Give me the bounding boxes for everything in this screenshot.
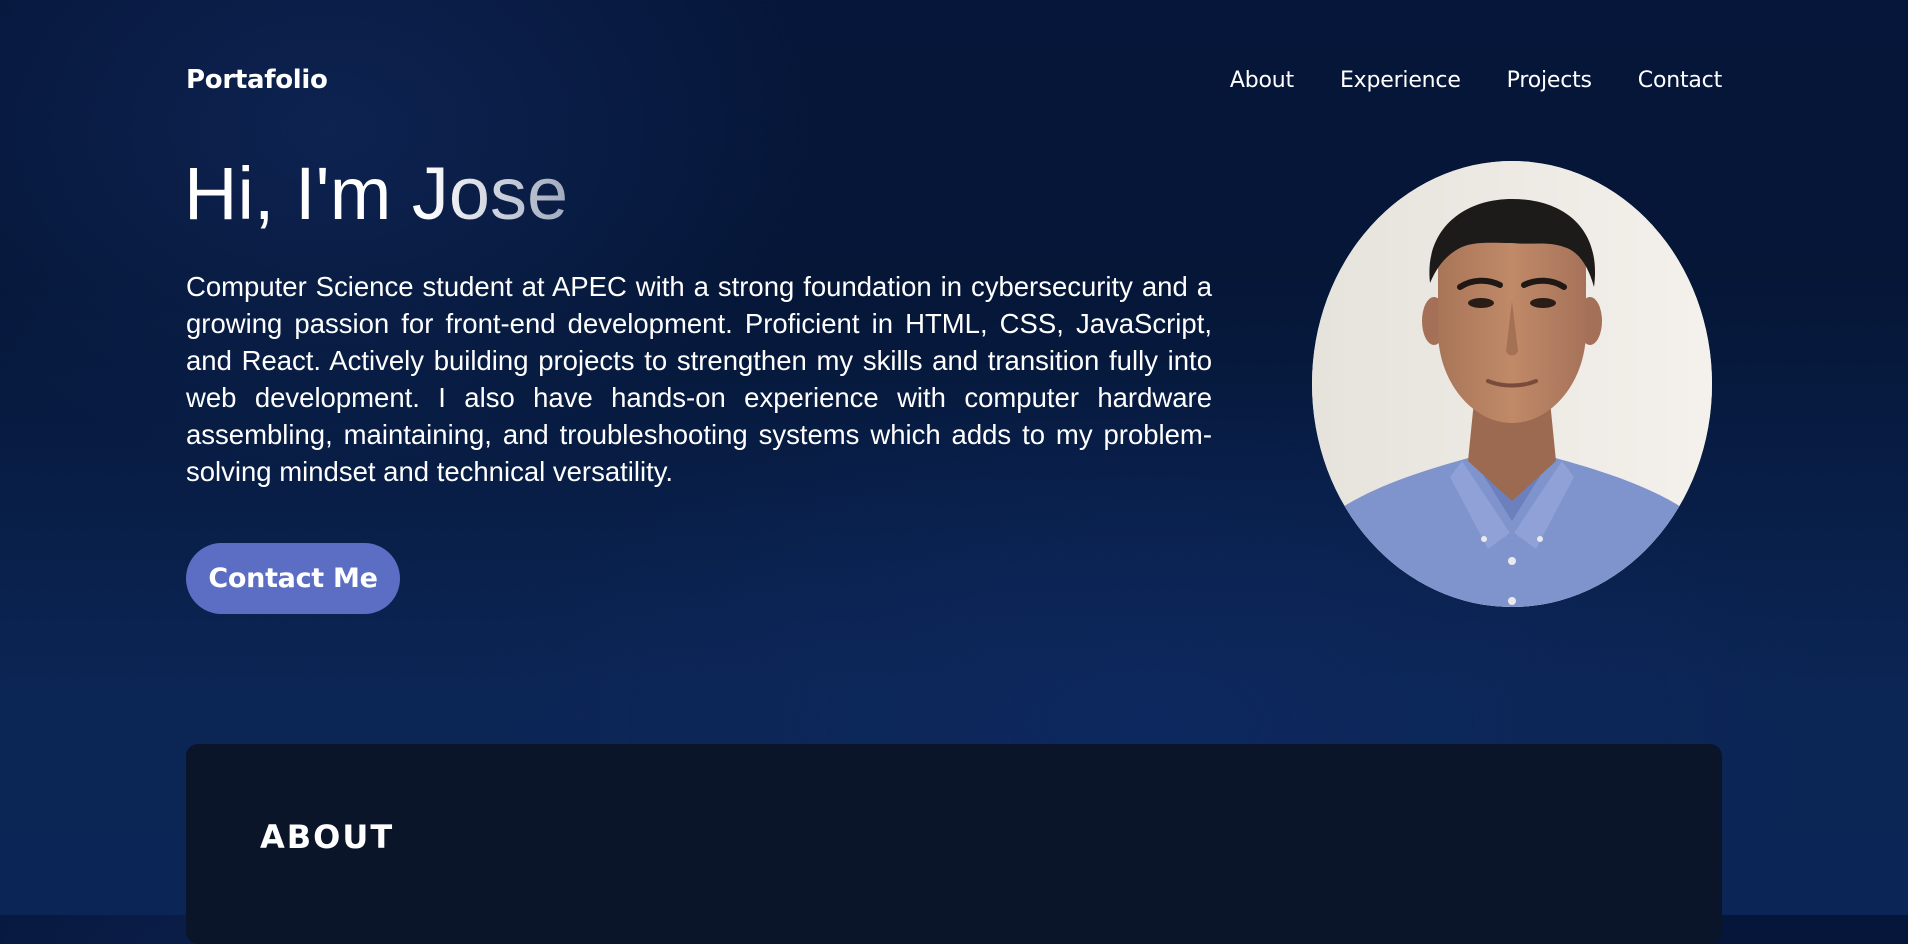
hero-description: Computer Science student at APEC with a … [186,271,1212,487]
about-heading: ABOUT [260,818,395,856]
nav-links: About Experience Projects Contact [1230,68,1722,93]
contact-me-button[interactable]: Contact Me [186,543,400,614]
profile-photo [1312,161,1712,607]
brand-logo[interactable]: Portafolio [186,65,328,95]
nav-link-about[interactable]: About [1230,68,1294,93]
about-section: ABOUT [186,744,1722,944]
hero-title: Hi, I'm Jose [184,150,568,238]
top-nav: Portafolio About Experience Projects Con… [186,60,1722,100]
nav-link-projects[interactable]: Projects [1507,68,1592,93]
nav-link-experience[interactable]: Experience [1340,68,1461,93]
nav-link-contact[interactable]: Contact [1638,68,1722,93]
